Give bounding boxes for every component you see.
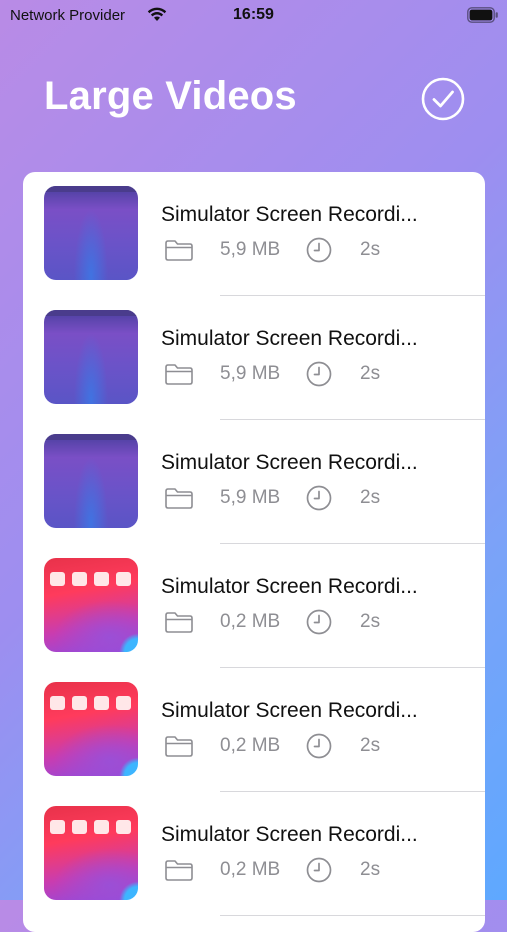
app-icon — [72, 696, 87, 710]
video-thumbnail — [44, 558, 138, 652]
file-size: 5,9 MB — [220, 487, 281, 508]
video-list: Simulator Screen Recordi... 5,9 MB 2s Simul… — [23, 172, 485, 932]
app-icon — [72, 820, 87, 834]
app-icon — [116, 696, 131, 710]
video-duration: 2s — [360, 859, 381, 880]
clock-icon — [306, 485, 332, 511]
app-icon — [94, 572, 109, 586]
file-size: 5,9 MB — [220, 239, 281, 260]
video-thumbnail — [44, 682, 138, 776]
video-title: Simulator Screen Recordi... — [161, 451, 418, 474]
video-title: Simulator Screen Recordi... — [161, 575, 418, 598]
checkmark-circle-icon[interactable] — [421, 77, 465, 121]
video-row[interactable]: Simulator Screen Recordi... 0,2 MB 2s — [23, 544, 485, 668]
folder-icon — [164, 858, 194, 882]
file-size: 5,9 MB — [220, 363, 281, 384]
folder-icon — [164, 734, 194, 758]
video-duration: 2s — [360, 239, 381, 260]
status-bar: Network Provider 16:59 — [0, 0, 507, 32]
video-duration: 2s — [360, 735, 381, 756]
app-icon — [50, 572, 65, 586]
clock-icon — [306, 237, 332, 263]
video-row[interactable]: Simulator Screen Recordi... 5,9 MB 2s — [23, 420, 485, 544]
row-separator — [220, 915, 485, 916]
file-size: 0,2 MB — [220, 611, 281, 632]
video-row[interactable]: Simulator Screen Recordi... 0,2 MB 2s — [23, 668, 485, 792]
file-size: 0,2 MB — [220, 859, 281, 880]
video-title: Simulator Screen Recordi... — [161, 327, 418, 350]
clock-icon — [306, 857, 332, 883]
video-duration: 2s — [360, 363, 381, 384]
clock-icon — [306, 609, 332, 635]
video-thumbnail — [44, 186, 138, 280]
video-title: Simulator Screen Recordi... — [161, 203, 418, 226]
file-size: 0,2 MB — [220, 735, 281, 756]
video-thumbnail — [44, 434, 138, 528]
video-title: Simulator Screen Recordi... — [161, 699, 418, 722]
clock-icon — [306, 361, 332, 387]
app-icon — [94, 696, 109, 710]
video-title: Simulator Screen Recordi... — [161, 823, 418, 846]
video-thumbnail — [44, 310, 138, 404]
app-icon — [116, 572, 131, 586]
app-icon — [116, 820, 131, 834]
folder-icon — [164, 610, 194, 634]
video-row[interactable]: Simulator Screen Recordi... 0,2 MB 2s — [23, 792, 485, 916]
folder-icon — [164, 238, 194, 262]
app-icon — [50, 696, 65, 710]
video-row[interactable]: Simulator Screen Recordi... 5,9 MB 2s — [23, 296, 485, 420]
clock-icon — [306, 733, 332, 759]
video-duration: 2s — [360, 487, 381, 508]
page-title: Large Videos — [44, 74, 297, 118]
app-icon — [72, 572, 87, 586]
folder-icon — [164, 362, 194, 386]
video-duration: 2s — [360, 611, 381, 632]
app-icon — [94, 820, 109, 834]
video-row[interactable]: Simulator Screen Recordi... 5,9 MB 2s — [23, 172, 485, 296]
folder-icon — [164, 486, 194, 510]
video-thumbnail — [44, 806, 138, 900]
app-icon — [50, 820, 65, 834]
clock-time: 16:59 — [233, 6, 274, 23]
battery-icon — [467, 7, 498, 23]
